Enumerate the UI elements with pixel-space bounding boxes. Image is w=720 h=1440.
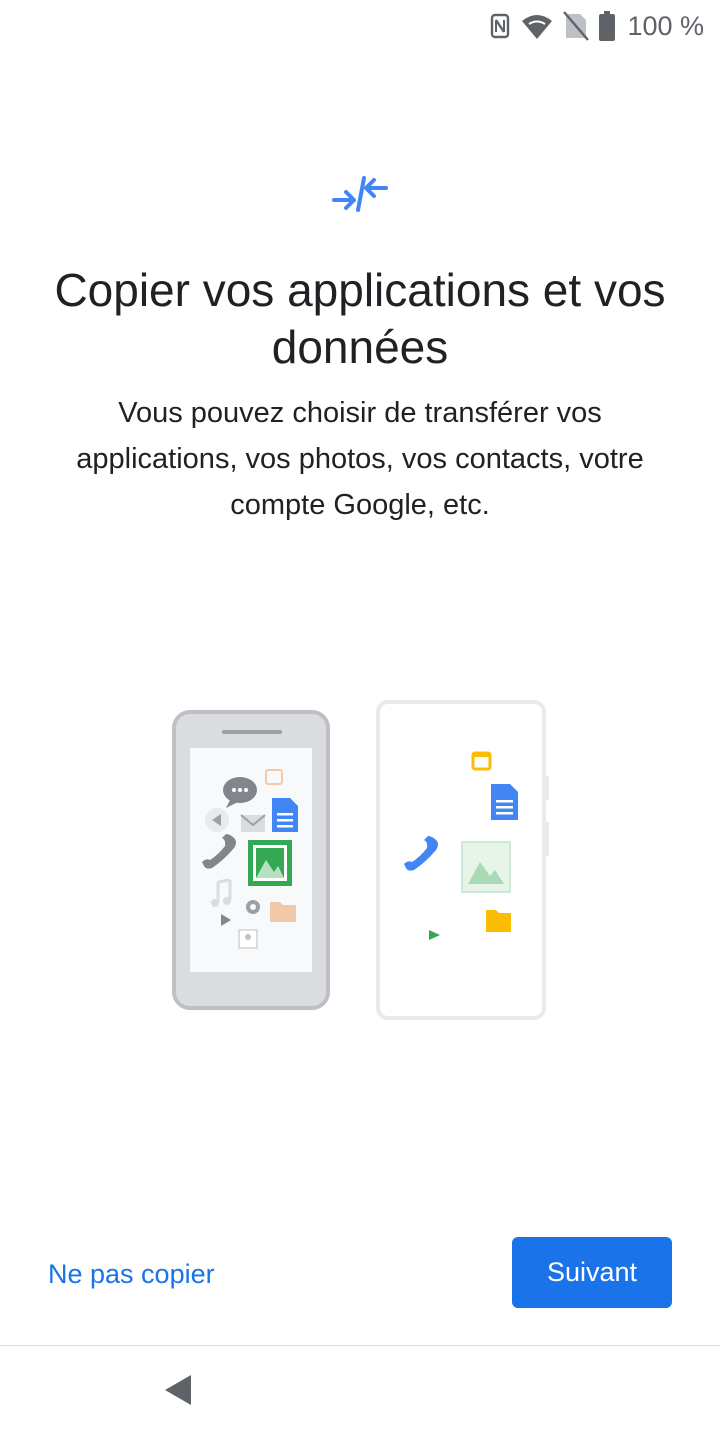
skip-copy-button[interactable]: Ne pas copier	[36, 1244, 227, 1304]
setup-screen: 100 % Copier vos applications et vos don…	[0, 0, 720, 1440]
nfc-icon	[489, 12, 511, 40]
battery-icon	[599, 11, 616, 41]
new-phone-illustration	[376, 700, 549, 1020]
status-bar: 100 %	[0, 0, 720, 52]
page-title: Copier vos applications et vos données	[54, 264, 666, 373]
battery-percentage: 100 %	[627, 10, 704, 41]
wifi-icon	[521, 12, 553, 40]
navigation-bar	[0, 1346, 720, 1440]
back-button[interactable]	[150, 1364, 206, 1420]
page-description: Vous pouvez choisir de transférer vos ap…	[76, 397, 644, 521]
old-phone-illustration	[172, 710, 330, 1010]
back-triangle-icon	[163, 1373, 193, 1412]
status-icons: 100 %	[489, 8, 704, 44]
phone-transfer-illustration	[160, 690, 560, 1030]
next-button[interactable]: Suivant	[512, 1237, 672, 1308]
no-sim-icon	[563, 11, 590, 41]
transfer-arrows-icon	[330, 170, 390, 218]
